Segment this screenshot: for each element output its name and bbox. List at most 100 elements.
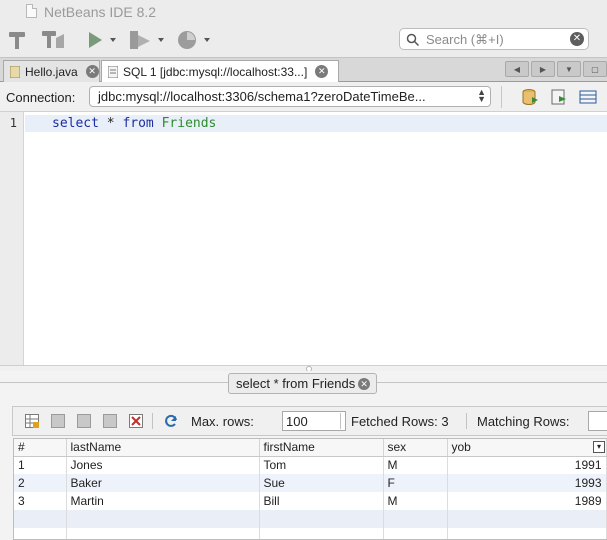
plain-token: * [98,116,123,131]
close-results-tab-icon[interactable]: ✕ [358,377,371,390]
debug-button[interactable] [128,27,164,53]
connection-bar: Connection: jdbc:mysql://localhost:3306/… [0,82,607,112]
lastname-cell[interactable]: Jones [66,456,260,474]
search-placeholder: Search (⌘+I) [426,32,504,47]
matching-rows-label: Matching Rows: [477,414,570,429]
connection-value: jdbc:mysql://localhost:3306/schema1?zero… [98,89,426,104]
commit-record-icon[interactable] [77,414,91,428]
scroll-tabs-right-icon[interactable]: ▶ [531,61,555,77]
empty-cell [383,528,448,539]
scroll-tabs-left-icon[interactable]: ◀ [505,61,529,77]
tab-label: Hello.java [25,64,78,79]
empty-cell [66,528,260,539]
results-tab[interactable]: select * from Friends ✕ [228,373,378,394]
results-toolbar: Max. rows: 100 Fetched Rows: 3 Matching … [12,406,607,436]
clean-build-button[interactable] [40,27,66,53]
search-field[interactable]: Search (⌘+I) ✕ [399,28,589,50]
empty-cell [14,528,67,539]
column-header-lastname[interactable]: lastName [66,439,260,457]
select-connection-icon[interactable] [550,88,568,106]
close-tab-icon[interactable]: ✕ [315,65,329,78]
tab-sql-1[interactable]: SQL 1 [jdbc:mysql://localhost:33...] ✕ [101,60,339,82]
build-icon [9,32,25,49]
sql-editor[interactable]: 1 select * from Friends [0,112,607,365]
sql-code-line[interactable]: select * from Friends [52,116,216,131]
column-selector-icon[interactable]: ▾ [593,441,605,453]
column-header-sex[interactable]: sex [383,439,448,457]
firstname-cell[interactable]: Sue [259,474,384,492]
empty-row [14,510,607,528]
yob-cell[interactable]: 1989 [447,492,607,510]
lastname-cell[interactable]: Martin [66,492,260,510]
main-toolbar: Search (⌘+I) ✕ [0,24,607,58]
clear-search-icon[interactable]: ✕ [570,32,584,46]
table-row[interactable]: 1 Jones Tom M 1991 [14,456,607,474]
results-tab-label: select * from Friends [236,376,356,391]
profile-dropdown-icon[interactable] [204,38,210,42]
editor-tab-strip: Hello.java ✕ SQL 1 [jdbc:mysql://localho… [0,58,607,82]
results-toolbar-separator [466,413,467,429]
column-header-row-number[interactable]: # [14,439,67,457]
window-title: NetBeans IDE 8.2 [44,4,157,20]
keyword-token: select [52,116,99,131]
debug-dropdown-icon[interactable] [158,38,164,42]
firstname-cell[interactable]: Bill [259,492,384,510]
select-arrows-icon: ▲ ▼ [477,87,486,104]
profile-button[interactable] [176,27,210,53]
clean-build-icon [42,31,64,48]
results-toolbar-separator [152,413,153,429]
results-toolbar-separator [340,413,341,429]
table-row[interactable]: 3 Martin Bill M 1989 [14,492,607,510]
max-rows-input[interactable]: 100 [282,411,346,431]
run-sql-icon[interactable] [521,88,539,106]
sql-file-icon [108,65,118,78]
delete-record-icon[interactable] [51,414,65,428]
yob-cell[interactable]: 1993 [447,474,607,492]
tab-navigation: ◀ ▶ ▼ ▢ [505,61,607,77]
empty-cell [14,510,67,528]
table-row[interactable]: 2 Baker Sue F 1993 [14,474,607,492]
column-header-yob[interactable]: yob [447,439,607,457]
yob-cell[interactable]: 1991 [447,456,607,474]
run-button[interactable] [86,27,116,53]
truncate-table-icon[interactable] [129,414,143,428]
search-icon [406,33,420,47]
column-header-firstname[interactable]: firstName [259,439,384,457]
debug-icon [130,31,150,49]
empty-cell [383,510,448,528]
sex-cell[interactable]: M [383,456,448,474]
cancel-edits-icon[interactable] [103,414,117,428]
build-button[interactable] [6,27,28,53]
close-tab-icon[interactable]: ✕ [85,65,99,78]
maximize-window-icon[interactable]: ▢ [583,61,607,77]
results-table: # lastName firstName sex yob 1 Jones Tom… [14,439,607,539]
connection-select[interactable]: jdbc:mysql://localhost:3306/schema1?zero… [89,86,491,107]
tab-hello-java[interactable]: Hello.java ✕ [3,60,100,82]
empty-cell [447,510,607,528]
sql-history-icon[interactable] [579,88,597,106]
sex-cell[interactable]: M [383,492,448,510]
java-file-icon [10,65,20,78]
firstname-cell[interactable]: Tom [259,456,384,474]
keyword-token: from [122,116,154,131]
insert-record-icon[interactable] [25,414,39,428]
sex-cell[interactable]: F [383,474,448,492]
empty-cell [259,510,384,528]
run-dropdown-icon[interactable] [110,38,116,42]
show-opened-documents-icon[interactable]: ▼ [557,61,581,77]
connection-label: Connection: [6,90,76,105]
results-grid[interactable]: # lastName firstName sex yob 1 Jones Tom… [13,438,607,540]
document-icon [26,4,37,18]
refresh-icon[interactable] [164,414,178,428]
line-number: 1 [9,116,17,130]
tab-label: SQL 1 [jdbc:mysql://localhost:33...] [123,64,308,79]
toolbar-separator [501,86,502,108]
header-row: # lastName firstName sex yob [14,439,607,457]
lastname-cell[interactable]: Baker [66,474,260,492]
line-number-gutter: 1 [0,112,24,365]
empty-cell [259,528,384,539]
row-number-cell: 2 [14,474,67,492]
matching-rows-input[interactable] [588,411,607,431]
fetched-rows-label: Fetched Rows: 3 [351,414,449,429]
